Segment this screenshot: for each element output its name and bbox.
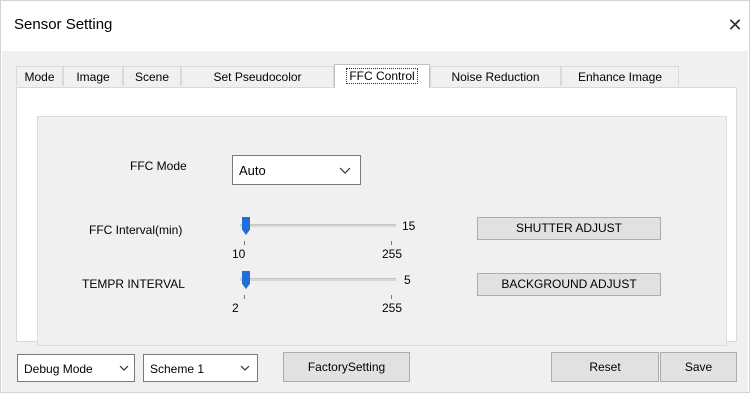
sensor-setting-window: Sensor Setting ✕ Mode Image Scene Set Ps…: [0, 0, 750, 393]
tab-label: FFC Control: [346, 68, 418, 84]
dialog-client-area: Mode Image Scene Set Pseudocolor FFC Con…: [2, 51, 748, 392]
close-icon[interactable]: ✕: [723, 11, 747, 39]
ffc-mode-value: Auto: [239, 163, 266, 178]
scheme-value: Scheme 1: [150, 362, 205, 376]
title-bar: Sensor Setting ✕: [1, 1, 749, 51]
slider-tick-max: [391, 241, 392, 245]
tab-label: Enhance Image: [577, 70, 663, 84]
tempr-interval-value: 5: [404, 273, 411, 287]
debug-mode-select[interactable]: Debug Mode: [17, 354, 135, 382]
ffc-interval-min: 10: [232, 247, 246, 261]
slider-tick-min: [244, 241, 245, 245]
factory-setting-button[interactable]: FactorySetting: [283, 352, 410, 382]
tab-mode[interactable]: Mode: [16, 66, 63, 86]
tab-enhance-image[interactable]: Enhance Image: [561, 66, 679, 86]
background-adjust-button[interactable]: BACKGROUND ADJUST: [477, 273, 661, 296]
ffc-interval-label: FFC Interval(min): [89, 223, 183, 237]
ffc-interval-slider[interactable]: [240, 217, 400, 239]
tab-label: Set Pseudocolor: [213, 70, 302, 84]
tab-set-pseudocolor[interactable]: Set Pseudocolor: [181, 66, 334, 86]
chevron-down-icon: [240, 365, 250, 371]
slider-tick-min: [244, 295, 245, 299]
tab-label: Mode: [24, 70, 55, 84]
tab-image[interactable]: Image: [63, 66, 123, 86]
ffc-interval-max: 255: [382, 247, 403, 261]
scheme-select[interactable]: Scheme 1: [143, 354, 258, 382]
ffc-mode-label: FFC Mode: [130, 159, 187, 173]
save-button[interactable]: Save: [660, 352, 737, 382]
tab-scene[interactable]: Scene: [123, 66, 181, 86]
tab-label: Scene: [134, 70, 170, 84]
tab-ffc-control[interactable]: FFC Control: [334, 64, 430, 88]
tempr-interval-label: TEMPR INTERVAL: [82, 277, 185, 291]
tempr-interval-slider[interactable]: [240, 271, 400, 293]
shutter-adjust-button[interactable]: SHUTTER ADJUST: [477, 217, 661, 240]
reset-button[interactable]: Reset: [551, 352, 659, 382]
ffc-settings-group: FFC Mode Auto FFC Interval(min) 15 10 25…: [37, 116, 727, 346]
slider-tick-max: [391, 295, 392, 299]
chevron-down-icon: [339, 167, 351, 174]
ffc-mode-select[interactable]: Auto: [232, 155, 361, 185]
slider-track: [240, 224, 396, 227]
window-title: Sensor Setting: [14, 16, 113, 33]
slider-thumb[interactable]: [242, 217, 250, 235]
debug-mode-value: Debug Mode: [24, 362, 93, 376]
tempr-interval-max: 255: [382, 301, 403, 315]
ffc-control-page: FFC Mode Auto FFC Interval(min) 15 10 25…: [16, 87, 737, 346]
ffc-interval-value: 15: [402, 219, 416, 233]
slider-track: [240, 278, 396, 281]
tab-label: Noise Reduction: [451, 70, 540, 84]
chevron-down-icon: [119, 365, 129, 371]
tab-label: Image: [76, 70, 110, 84]
tempr-interval-min: 2: [232, 301, 239, 315]
tab-noise-reduction[interactable]: Noise Reduction: [430, 66, 561, 86]
slider-thumb[interactable]: [242, 271, 250, 289]
